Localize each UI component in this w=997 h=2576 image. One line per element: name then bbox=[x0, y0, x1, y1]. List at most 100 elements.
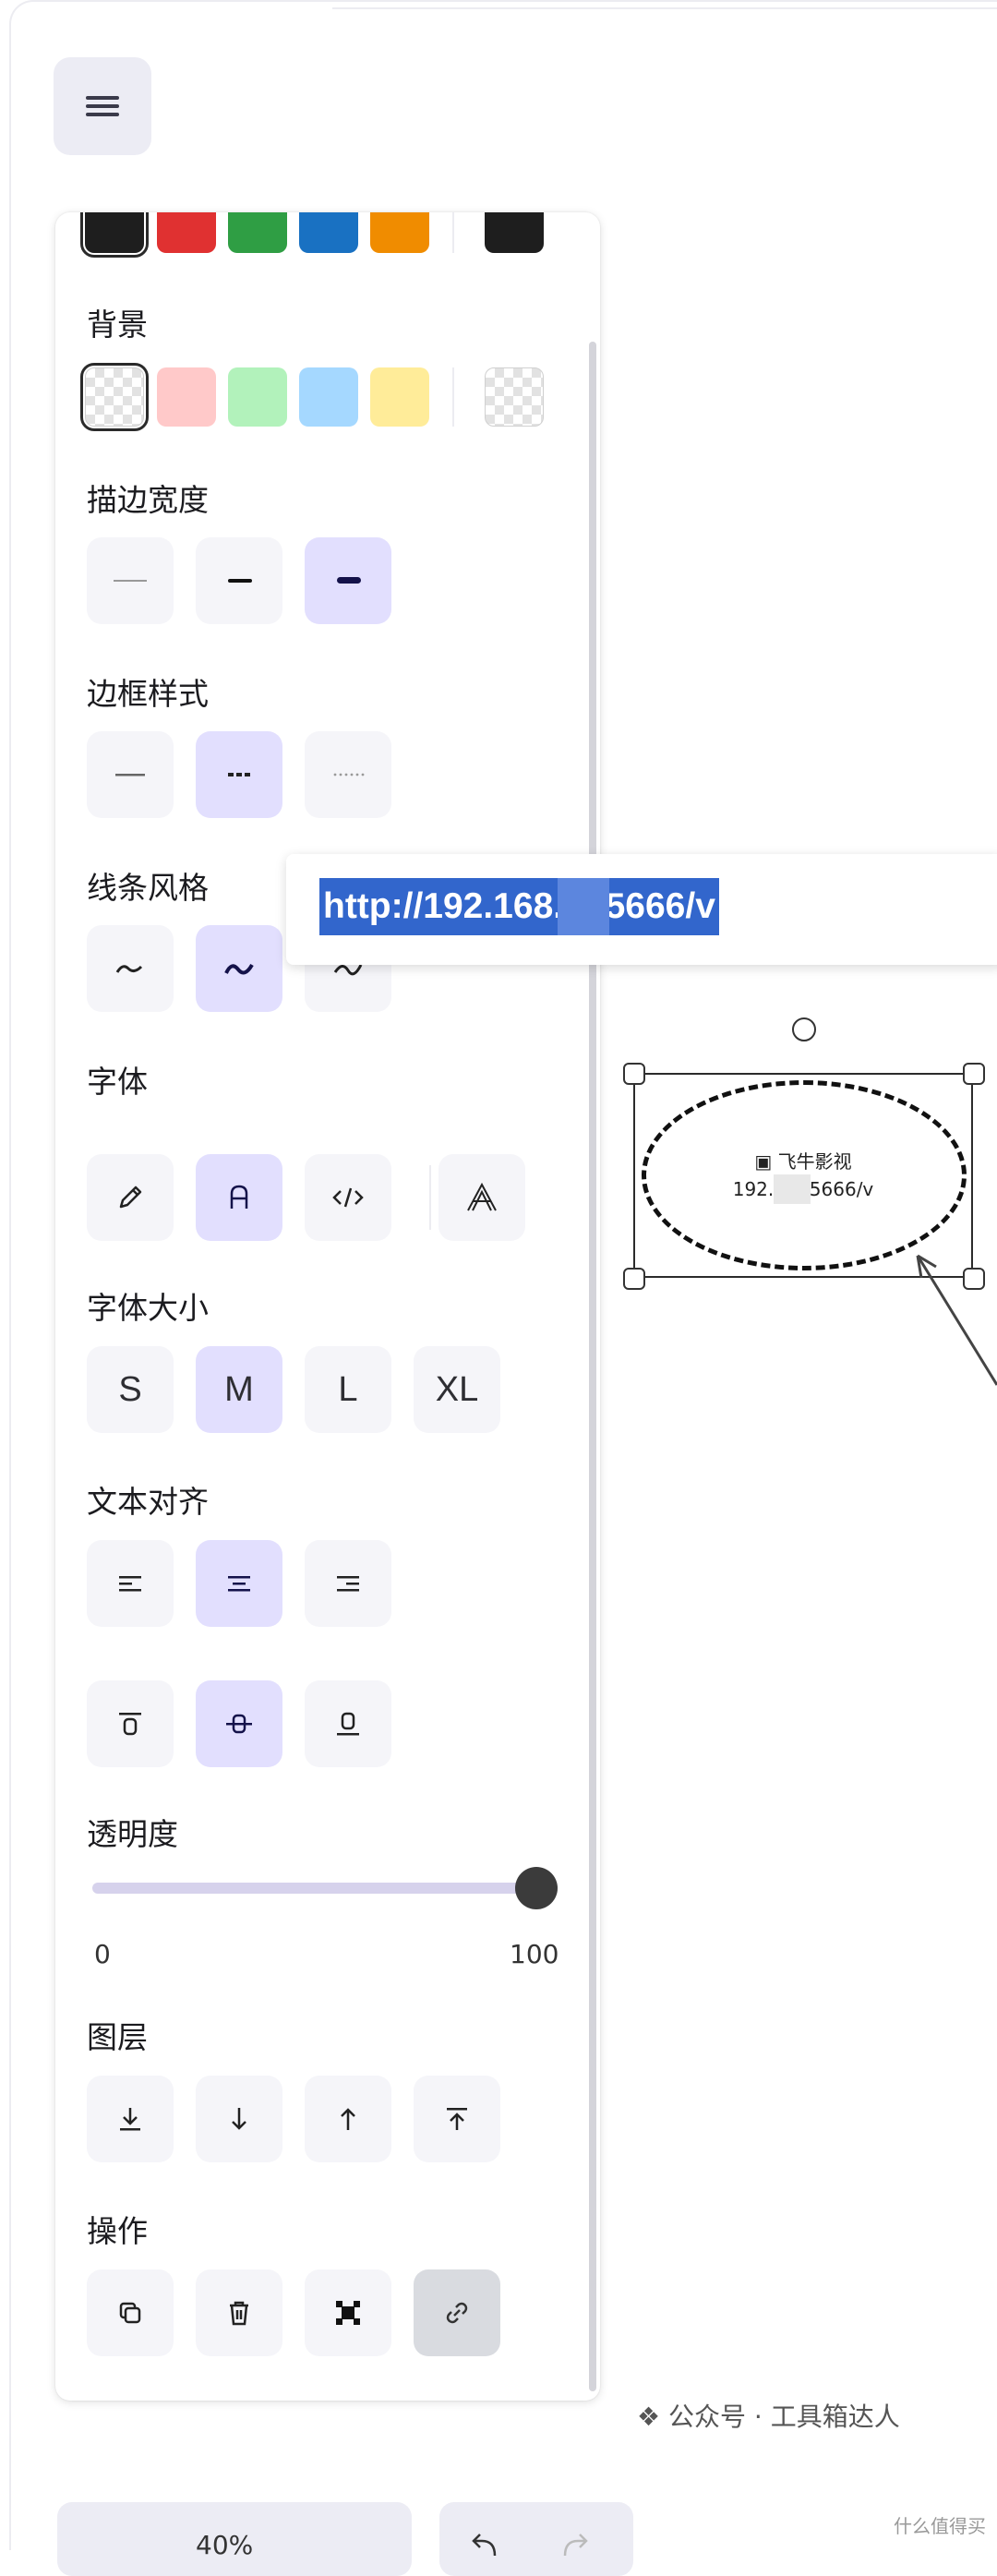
font-a-icon bbox=[230, 1185, 248, 1209]
stroke-width-bold[interactable] bbox=[196, 537, 282, 624]
send-to-back-icon bbox=[120, 2108, 140, 2131]
stroke-width-extra-bold[interactable] bbox=[305, 537, 391, 624]
squiggle-smooth-icon bbox=[115, 965, 143, 973]
rotation-handle[interactable] bbox=[792, 1017, 816, 1041]
pencil-icon bbox=[119, 1186, 142, 1209]
vertical-align-middle[interactable] bbox=[196, 1680, 282, 1767]
align-left-icon bbox=[119, 1576, 141, 1592]
zoom-level[interactable]: 40% bbox=[196, 2530, 253, 2560]
font-size-label: M bbox=[224, 1369, 254, 1409]
undo-icon[interactable] bbox=[467, 2528, 508, 2565]
opacity-slider-track[interactable] bbox=[92, 1883, 526, 1894]
wechat-icon: ❖ bbox=[637, 2401, 661, 2432]
section-title-layers: 图层 bbox=[87, 2019, 148, 2055]
resize-handle-ne[interactable] bbox=[963, 1063, 985, 1085]
arrow-connector[interactable] bbox=[905, 1237, 997, 1422]
line-extra-bold-icon bbox=[337, 577, 361, 584]
align-top-icon bbox=[119, 1713, 141, 1736]
stroke-color-red[interactable] bbox=[157, 212, 216, 253]
font-size-extra-large[interactable]: XL bbox=[414, 1346, 500, 1433]
zoom-controls: 40% bbox=[57, 2502, 412, 2576]
stroke-style-solid[interactable] bbox=[87, 731, 174, 818]
font-family-code[interactable] bbox=[305, 1154, 391, 1241]
stroke-color-black[interactable] bbox=[80, 212, 149, 258]
background-color-transparent[interactable] bbox=[80, 363, 149, 431]
background-color-yellow[interactable] bbox=[370, 367, 429, 427]
align-right-icon bbox=[337, 1576, 359, 1592]
stroke-style-dotted[interactable] bbox=[305, 731, 391, 818]
opacity-slider-thumb[interactable] bbox=[515, 1867, 558, 1909]
vertical-align-bottom[interactable] bbox=[305, 1680, 391, 1767]
background-color-light-blue[interactable] bbox=[299, 367, 358, 427]
solid-line-icon bbox=[115, 774, 145, 776]
font-size-small[interactable]: S bbox=[87, 1346, 174, 1433]
dashed-line-icon bbox=[228, 773, 250, 776]
stroke-color-green[interactable] bbox=[228, 212, 287, 253]
bring-to-front-button[interactable] bbox=[414, 2076, 500, 2162]
properties-panel: 背景 描边宽度 边框样式 线条风格 字体 字体大小 S M L XL 文本对齐 … bbox=[55, 212, 600, 2401]
line-bold-icon bbox=[228, 579, 252, 583]
text-align-left[interactable] bbox=[87, 1540, 174, 1627]
sloppiness-artist[interactable] bbox=[196, 925, 282, 1012]
background-color-pink[interactable] bbox=[157, 367, 216, 427]
link-button[interactable] bbox=[414, 2269, 500, 2356]
copy-icon bbox=[119, 2302, 141, 2324]
link-icon bbox=[446, 2302, 468, 2324]
bring-forward-button[interactable] bbox=[305, 2076, 391, 2162]
font-size-large[interactable]: L bbox=[305, 1346, 391, 1433]
stroke-width-thin[interactable] bbox=[87, 537, 174, 624]
stroke-color-blue[interactable] bbox=[299, 212, 358, 253]
font-family-handwritten[interactable] bbox=[87, 1154, 174, 1241]
send-to-back-button[interactable] bbox=[87, 2076, 174, 2162]
text-align-right[interactable] bbox=[305, 1540, 391, 1627]
wechat-watermark: ❖ 公众号 · 工具箱达人 bbox=[637, 2401, 900, 2432]
resize-handle-nw[interactable] bbox=[623, 1063, 645, 1085]
link-url-text[interactable]: http://192.168. 6:5666/v bbox=[319, 878, 719, 935]
section-title-font-size: 字体大小 bbox=[87, 1290, 209, 1326]
panel-scrollbar[interactable] bbox=[589, 342, 596, 2391]
section-title-sloppiness: 线条风格 bbox=[87, 870, 209, 906]
duplicate-button[interactable] bbox=[87, 2269, 174, 2356]
stroke-color-orange[interactable] bbox=[370, 212, 429, 253]
background-color-current[interactable] bbox=[485, 367, 544, 427]
divider bbox=[429, 1165, 431, 1230]
divider bbox=[452, 367, 454, 427]
divider bbox=[452, 212, 454, 253]
font-outline-a-icon bbox=[467, 1182, 497, 1211]
background-color-light-green[interactable] bbox=[228, 367, 287, 427]
section-title-stroke-width: 描边宽度 bbox=[87, 482, 209, 518]
link-url-value: http://192.168. 6:5666/v bbox=[323, 886, 715, 926]
text-align-center[interactable] bbox=[196, 1540, 282, 1627]
stroke-color-current[interactable] bbox=[485, 212, 544, 253]
align-middle-icon bbox=[226, 1714, 252, 1734]
sloppiness-architect[interactable] bbox=[87, 925, 174, 1012]
font-size-label: S bbox=[118, 1369, 142, 1409]
redo-icon[interactable] bbox=[552, 2528, 593, 2565]
vertical-align-top[interactable] bbox=[87, 1680, 174, 1767]
redacted-patch bbox=[774, 1174, 811, 1204]
font-family-more[interactable] bbox=[438, 1154, 525, 1241]
align-center-icon bbox=[228, 1576, 250, 1592]
group-button[interactable] bbox=[305, 2269, 391, 2356]
section-title-stroke-style: 边框样式 bbox=[87, 676, 209, 712]
dotted-line-icon bbox=[333, 773, 365, 776]
arrow-down-icon bbox=[232, 2108, 246, 2130]
section-title-font-family: 字体 bbox=[87, 1064, 148, 1100]
site-watermark: 什么值得买 bbox=[894, 2515, 986, 2537]
resize-handle-sw[interactable] bbox=[623, 1268, 645, 1290]
section-title-actions: 操作 bbox=[87, 2213, 148, 2249]
hamburger-icon bbox=[86, 96, 119, 116]
main-menu-button[interactable] bbox=[54, 57, 151, 155]
trash-icon bbox=[230, 2301, 248, 2326]
section-title-background: 背景 bbox=[87, 307, 148, 343]
stroke-style-dashed[interactable] bbox=[196, 731, 282, 818]
opacity-min-label: 0 bbox=[94, 1939, 111, 1969]
opacity-max-label: 100 bbox=[510, 1939, 559, 1969]
delete-button[interactable] bbox=[196, 2269, 282, 2356]
font-size-medium[interactable]: M bbox=[196, 1346, 282, 1433]
font-family-normal[interactable] bbox=[196, 1154, 282, 1241]
undo-redo-controls bbox=[439, 2502, 633, 2576]
send-backward-button[interactable] bbox=[196, 2076, 282, 2162]
section-title-opacity: 透明度 bbox=[87, 1816, 178, 1852]
align-bottom-icon bbox=[337, 1712, 359, 1736]
